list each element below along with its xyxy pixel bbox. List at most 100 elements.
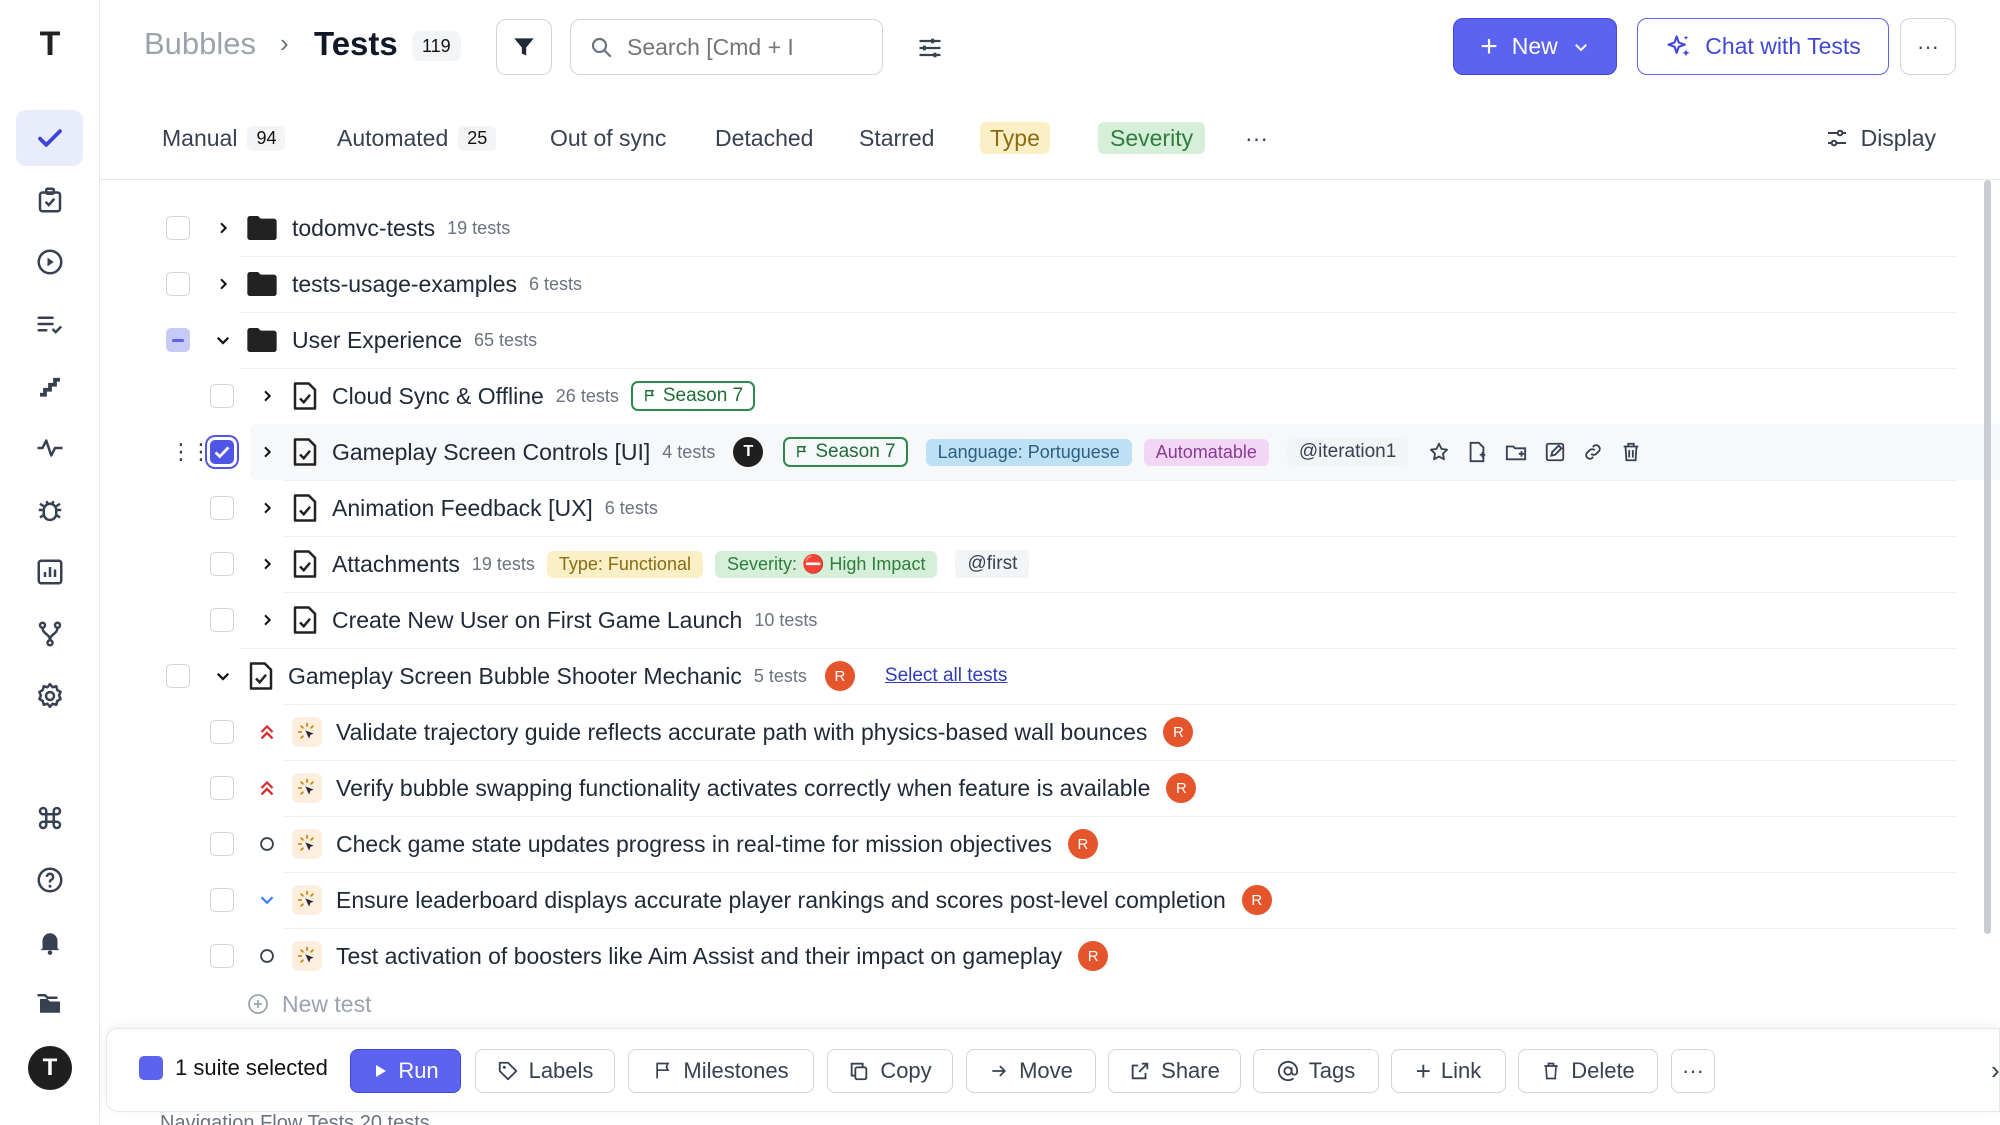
sidebar-item-plans[interactable] (16, 172, 83, 228)
link-icon[interactable] (1582, 441, 1604, 463)
add-file-icon[interactable] (1466, 441, 1488, 463)
test-title[interactable]: Ensure leaderboard displays accurate pla… (336, 887, 1226, 914)
select-all-tests-link[interactable]: Select all tests (885, 665, 1008, 687)
move-button[interactable]: Move (966, 1049, 1096, 1093)
new-button[interactable]: + New (1453, 18, 1617, 75)
vertical-scrollbar[interactable] (1984, 180, 1991, 934)
tab-detached[interactable]: Detached (715, 120, 813, 156)
more-options-button[interactable]: ··· (1900, 18, 1956, 75)
sidebar-item-command[interactable] (16, 790, 83, 846)
run-button[interactable]: Run (350, 1049, 461, 1093)
mention-tag[interactable]: @first (955, 550, 1030, 578)
chevron-down-icon[interactable] (212, 665, 234, 687)
chevron-right-icon[interactable] (256, 441, 278, 463)
chat-with-tests-button[interactable]: Chat with Tests (1637, 18, 1889, 75)
assignee-avatar[interactable]: R (1241, 885, 1272, 915)
test-title[interactable]: Test activation of boosters like Aim Ass… (336, 943, 1062, 970)
drag-handle-icon[interactable]: ⋮⋮ (170, 439, 212, 465)
milestones-button[interactable]: Milestones (628, 1049, 814, 1093)
sidebar-item-branches[interactable] (16, 606, 83, 662)
sidebar-item-notifications[interactable] (16, 914, 83, 970)
collapse-bar-chevron-icon[interactable]: › (1991, 1055, 2000, 1086)
sidebar-item-tests[interactable] (16, 110, 83, 166)
sidebar-item-checklist[interactable] (16, 296, 83, 352)
row-checkbox[interactable] (210, 384, 234, 408)
tags-button[interactable]: Tags (1253, 1049, 1379, 1093)
tab-manual[interactable]: Manual 94 (162, 120, 286, 156)
label-tag-type[interactable]: Type: Functional (546, 550, 703, 578)
row-checkbox-checked[interactable] (210, 440, 234, 464)
suite-row[interactable]: User Experience 65 tests (166, 312, 537, 368)
suite-title[interactable]: User Experience (292, 327, 462, 354)
link-button[interactable]: + Link (1391, 1049, 1506, 1093)
milestone-badge[interactable]: Season 7 (783, 437, 908, 467)
assignee-avatar[interactable]: R (1067, 829, 1098, 859)
display-button[interactable]: Display (1825, 120, 1936, 156)
chevron-down-icon[interactable] (212, 329, 234, 351)
suite-title[interactable]: Animation Feedback [UX] (332, 495, 593, 522)
milestone-badge[interactable]: Season 7 (630, 381, 756, 411)
chevron-right-icon[interactable] (256, 609, 278, 631)
row-checkbox[interactable] (210, 552, 234, 576)
chevron-right-icon[interactable] (256, 497, 278, 519)
suite-title[interactable]: Cloud Sync & Offline (332, 383, 544, 410)
test-title[interactable]: Check game state updates progress in rea… (336, 831, 1052, 858)
assignee-avatar[interactable]: R (1163, 717, 1194, 747)
suite-title[interactable]: todomvc-tests (292, 215, 435, 242)
assignee-avatar[interactable]: T (733, 437, 764, 467)
star-icon[interactable] (1428, 441, 1450, 463)
suite-title[interactable]: Attachments (332, 551, 460, 578)
label-tag-language[interactable]: Language: Portuguese (925, 438, 1132, 466)
chevron-right-icon[interactable] (212, 217, 234, 239)
suite-title[interactable]: Gameplay Screen Bubble Shooter Mechanic (288, 663, 742, 690)
suite-title[interactable]: tests-usage-examples (292, 271, 517, 298)
suite-row[interactable]: Gameplay Screen Bubble Shooter Mechanic … (166, 648, 1007, 704)
row-checkbox[interactable] (210, 832, 234, 856)
chevron-right-icon[interactable] (256, 553, 278, 575)
mention-tag[interactable]: @iteration1 (1286, 438, 1409, 466)
row-checkbox[interactable] (210, 888, 234, 912)
row-checkbox[interactable] (210, 720, 234, 744)
tab-automated[interactable]: Automated 25 (337, 120, 497, 156)
tab-more[interactable]: ··· (1245, 120, 1268, 156)
row-checkbox[interactable] (210, 776, 234, 800)
sidebar-item-bugs[interactable] (16, 482, 83, 538)
new-test-row[interactable]: New test (246, 984, 371, 1024)
deselect-checkbox[interactable] (139, 1056, 163, 1080)
bulk-more-button[interactable]: ··· (1671, 1049, 1715, 1093)
suite-row[interactable]: Cloud Sync & Offline 26 tests Season 7 (210, 368, 756, 424)
test-title[interactable]: Validate trajectory guide reflects accur… (336, 719, 1147, 746)
row-checkbox[interactable] (210, 608, 234, 632)
suite-row[interactable]: Attachments 19 tests Type: Functional Se… (210, 536, 1030, 592)
user-avatar[interactable]: T (28, 1046, 72, 1090)
search-input[interactable] (627, 33, 837, 61)
assignee-avatar[interactable]: R (1078, 941, 1109, 971)
test-row[interactable]: Test activation of boosters like Aim Ass… (210, 928, 1109, 984)
row-checkbox[interactable] (210, 496, 234, 520)
test-row[interactable]: Check game state updates progress in rea… (210, 816, 1098, 872)
label-tag-severity[interactable]: Severity: ⛔ High Impact (714, 550, 938, 578)
search-box[interactable] (570, 19, 883, 75)
edit-icon[interactable] (1544, 441, 1566, 463)
label-tag-automatable[interactable]: Automatable (1143, 438, 1269, 466)
suite-row[interactable]: Create New User on First Game Launch 10 … (210, 592, 817, 648)
row-checkbox[interactable] (166, 272, 190, 296)
breadcrumb-project[interactable]: Bubbles (144, 26, 256, 62)
chevron-right-icon[interactable] (212, 273, 234, 295)
tab-starred[interactable]: Starred (859, 120, 934, 156)
tab-type-filter[interactable]: Type (980, 122, 1050, 154)
trash-icon[interactable] (1620, 441, 1642, 463)
assignee-avatar[interactable]: R (1166, 773, 1197, 803)
sidebar-item-runs[interactable] (16, 234, 83, 290)
suite-row[interactable]: Animation Feedback [UX] 6 tests (210, 480, 658, 536)
suite-title[interactable]: Create New User on First Game Launch (332, 607, 742, 634)
copy-button[interactable]: Copy (827, 1049, 953, 1093)
app-logo[interactable]: T (30, 24, 70, 64)
filter-button[interactable] (496, 19, 552, 75)
row-checkbox[interactable] (166, 216, 190, 240)
row-checkbox[interactable] (210, 944, 234, 968)
suite-row[interactable]: todomvc-tests 19 tests (166, 200, 510, 256)
row-checkbox[interactable] (166, 664, 190, 688)
delete-button[interactable]: Delete (1518, 1049, 1658, 1093)
test-row[interactable]: Verify bubble swapping functionality act… (210, 760, 1197, 816)
